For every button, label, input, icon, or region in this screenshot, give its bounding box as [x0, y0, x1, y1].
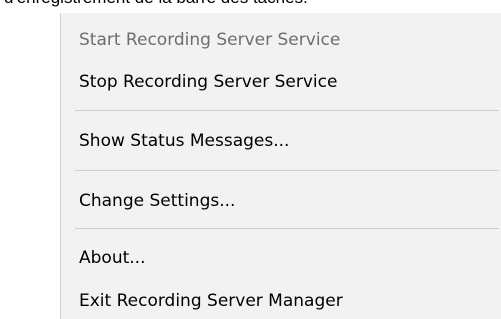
menu-item-about[interactable]: About... — [61, 239, 501, 277]
menu-separator — [75, 170, 499, 171]
menu-item-stop-recording-server-service[interactable]: Stop Recording Server Service — [61, 63, 501, 101]
background-caption-text: d'enregistrement de la barre des tâches. — [4, 0, 308, 8]
tray-context-menu: Start Recording Server Service Stop Reco… — [60, 13, 501, 319]
menu-item-exit-recording-server-manager[interactable]: Exit Recording Server Manager — [61, 282, 501, 319]
menu-separator — [75, 110, 499, 111]
menu-item-start-recording-server-service[interactable]: Start Recording Server Service — [61, 21, 501, 59]
menu-item-show-status-messages[interactable]: Show Status Messages... — [61, 122, 501, 160]
menu-separator — [75, 228, 499, 229]
menu-item-change-settings[interactable]: Change Settings... — [61, 182, 501, 220]
screenshot-page: d'enregistrement de la barre des tâches.… — [0, 0, 501, 319]
